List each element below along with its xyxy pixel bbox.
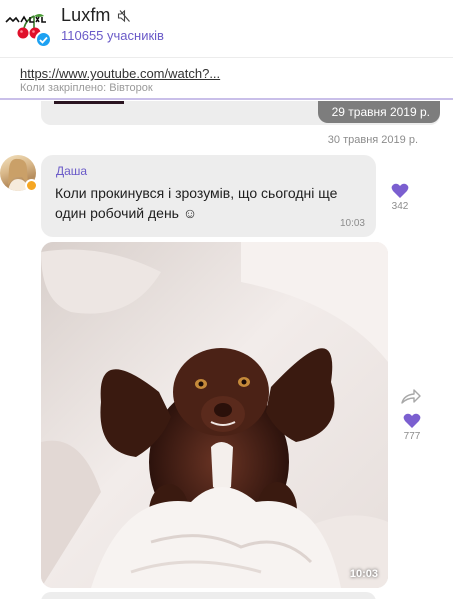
previous-message-thumbnail [54,101,124,104]
like-count: 777 [403,431,421,442]
members-count[interactable]: 110655 учасників [61,28,164,43]
verified-icon [35,31,52,48]
like-button[interactable]: 777 [397,413,427,442]
sender-name[interactable]: Даша [56,164,87,178]
like-button[interactable]: 342 [385,183,415,212]
heart-icon [403,413,421,428]
pinned-message-bar[interactable]: https://www.youtube.com/watch?... Коли з… [0,59,453,100]
avatar[interactable] [0,155,38,193]
channel-title[interactable]: Luxfm [61,5,111,26]
message-text: Коли прокинувся і зрозумів, що сьогодні … [55,185,338,221]
day-separator: 30 травня 2019 р. [327,134,418,146]
chat-header: Luxfm 110655 учасників [0,0,453,58]
like-count: 342 [391,201,409,212]
pinned-subtitle: Коли закріплено: Вівторок [20,82,153,94]
date-chip: 29 травня 2019 р. [317,101,440,123]
mute-icon[interactable] [117,9,131,23]
photo-message[interactable]: 10:03 [41,242,388,588]
heart-icon [391,183,409,198]
previous-message-bubble[interactable]: 29 травня 2019 р. [41,101,440,125]
message-time: 10:03 [339,218,365,229]
photo-time: 10:03 [349,568,378,580]
pinned-link[interactable]: https://www.youtube.com/watch?... [20,66,260,81]
share-icon[interactable] [400,387,422,405]
badge-icon [25,179,38,192]
message-bubble[interactable]: Даша Коли прокинувся і зрозумів, що сьог… [41,155,376,237]
next-message-bubble[interactable] [41,592,376,599]
dog-photo [41,242,388,588]
